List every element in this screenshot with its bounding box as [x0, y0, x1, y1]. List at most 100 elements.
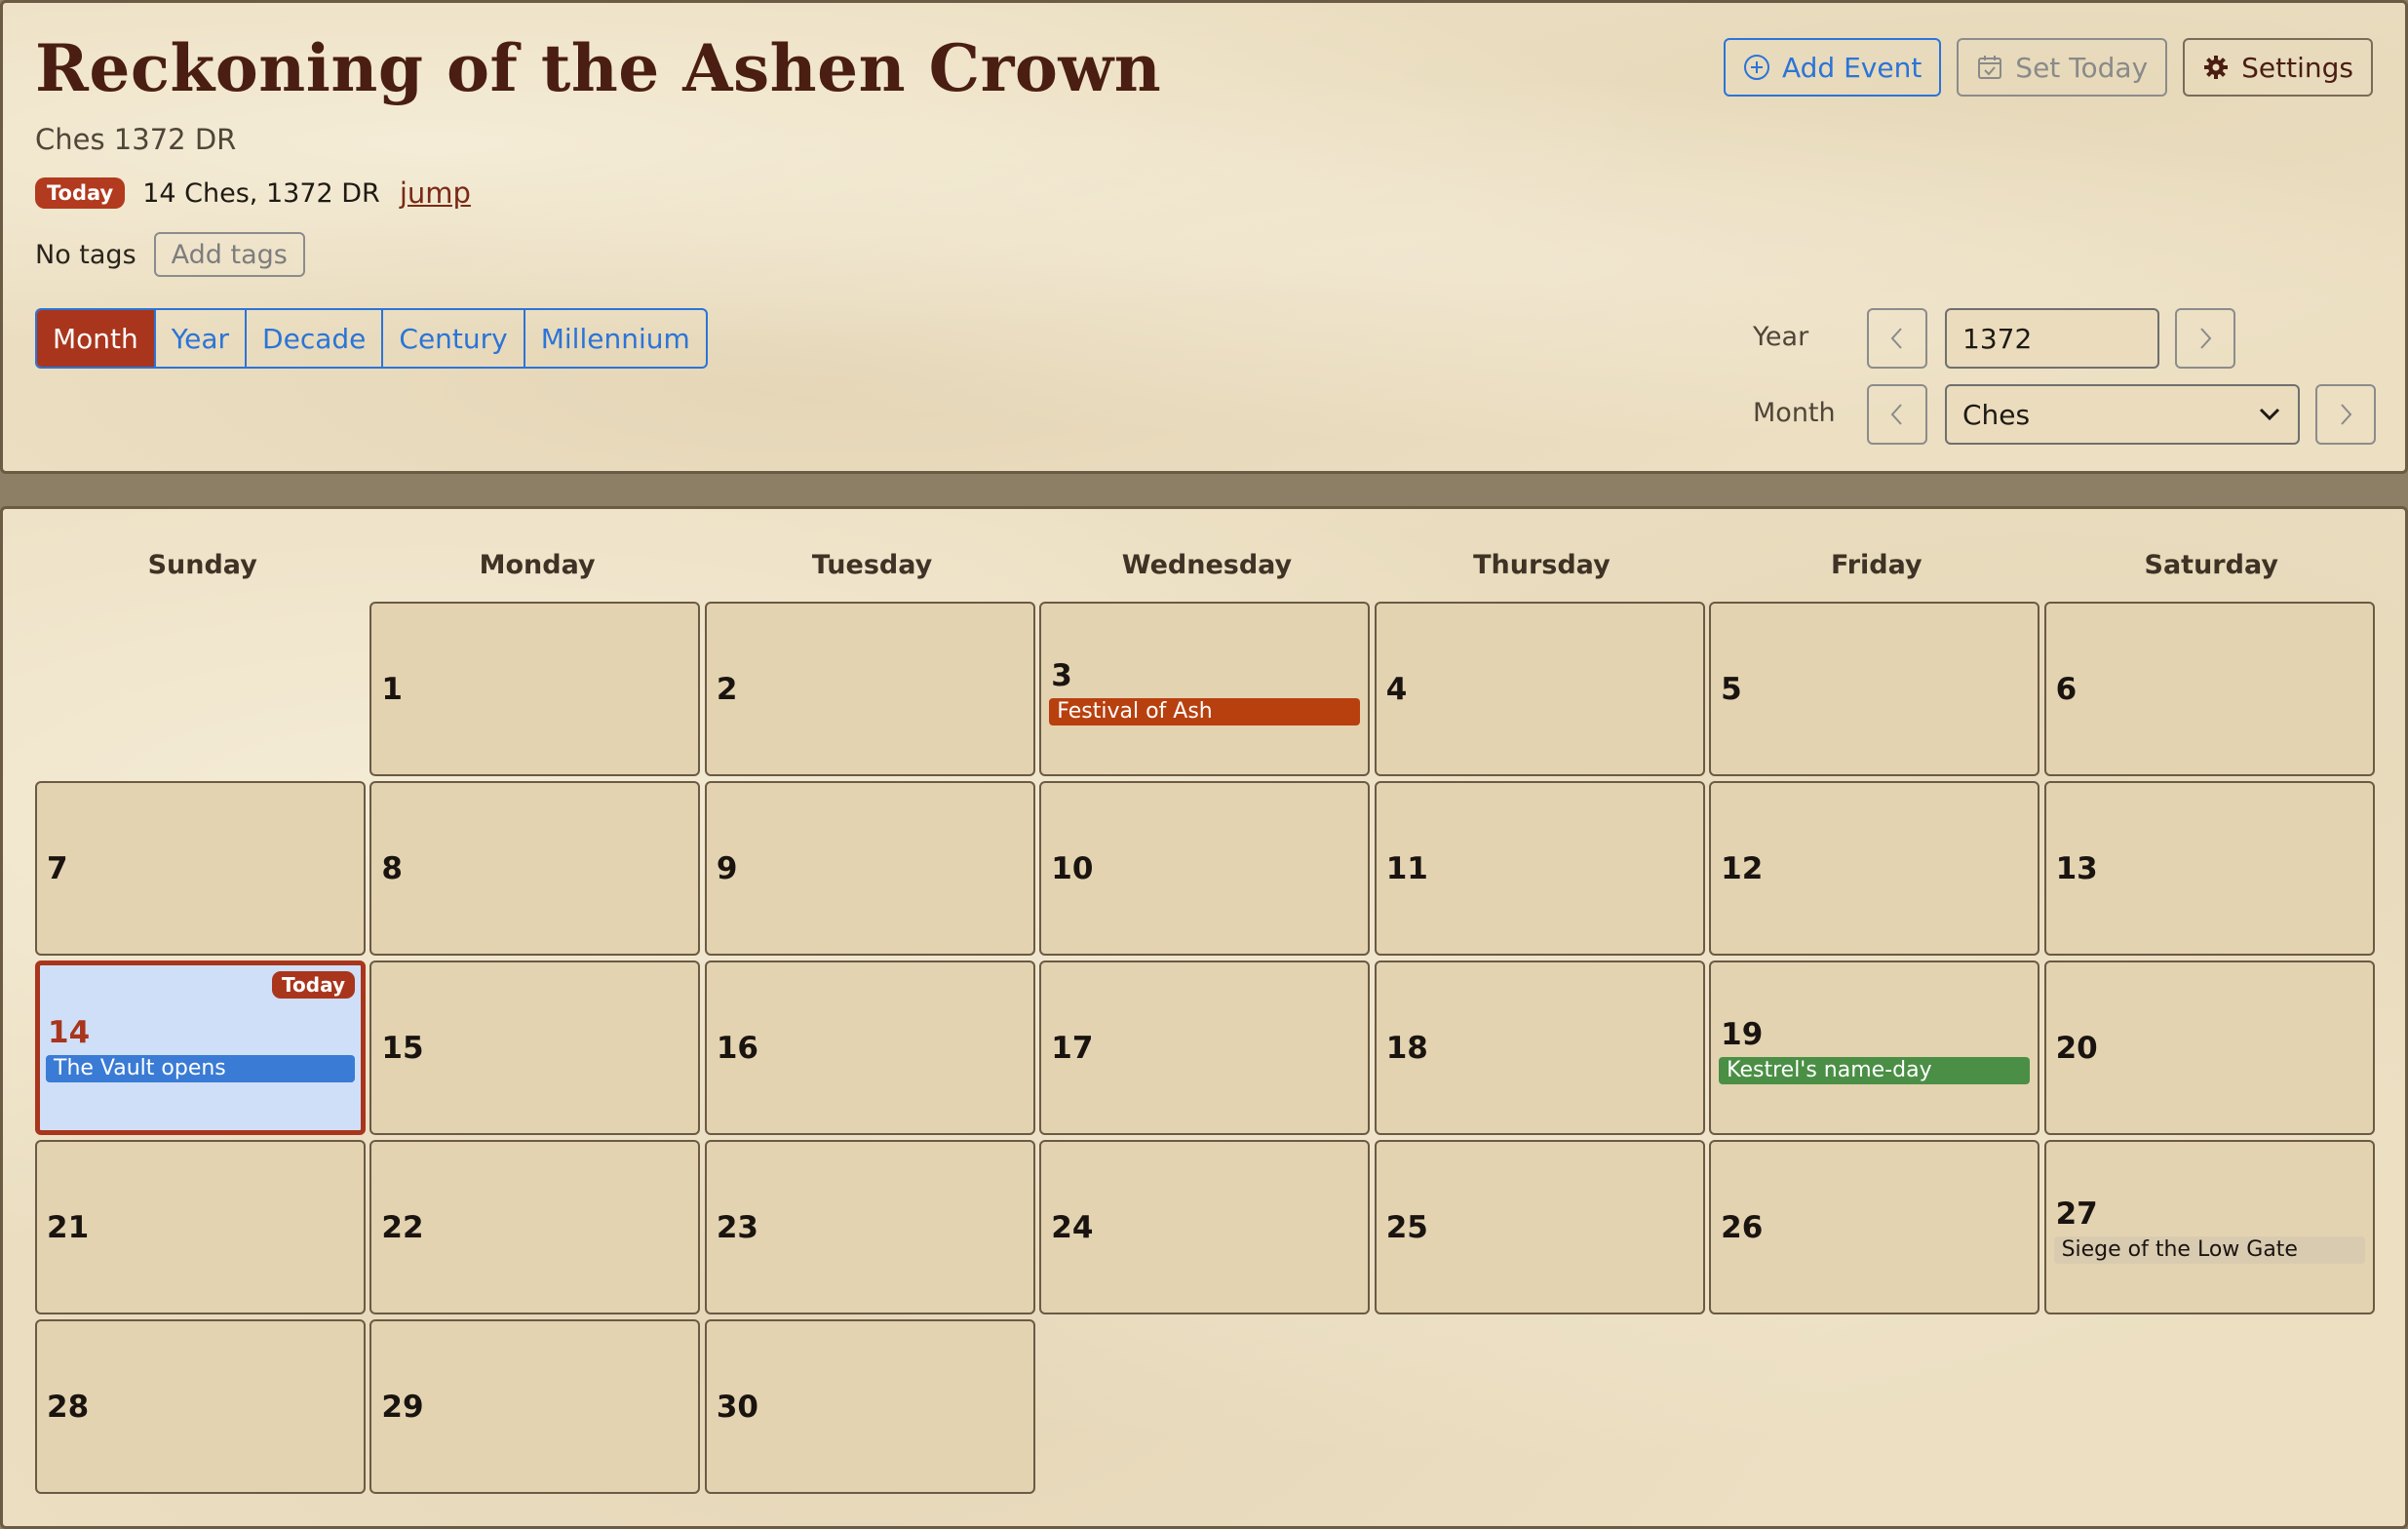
day-cell[interactable]: 7 [35, 781, 366, 956]
day-number: 22 [381, 1210, 424, 1245]
day-cell[interactable]: 20 [2043, 961, 2375, 1135]
day-cell[interactable]: 27 Siege of the Low Gate [2043, 1140, 2375, 1314]
day-cell[interactable]: 29 [369, 1319, 701, 1494]
add-event-label: Add Event [1781, 51, 1923, 84]
day-number: 14 [48, 1015, 91, 1050]
tab-decade[interactable]: Decade [247, 310, 384, 367]
day-cell[interactable]: 22 [369, 1140, 701, 1314]
day-cell[interactable]: 17 [1039, 961, 1371, 1135]
day-number: 10 [1051, 851, 1094, 886]
gear-icon [2204, 56, 2229, 79]
calendar-header-panel: Reckoning of the Ashen Crown Ches 1372 D… [0, 0, 2408, 474]
day-number: 25 [1385, 1210, 1428, 1245]
chevron-down-icon [2259, 408, 2280, 421]
day-grid: 1 2 3 Festival of Ash 4 5 6 7 8 9 10 11 12 13 Today 14 T… [35, 602, 2379, 1499]
day-number: 26 [1721, 1210, 1764, 1245]
add-tags-button[interactable]: Add tags [153, 232, 305, 277]
view-tabs: Month Year Decade Century Millennium [35, 308, 708, 369]
event-chip[interactable]: The Vault opens [46, 1055, 355, 1082]
day-number: 28 [47, 1390, 90, 1425]
day-number: 21 [47, 1210, 90, 1245]
year-nav-label: Year [1753, 322, 1809, 352]
prev-year-button[interactable] [1867, 308, 1927, 369]
add-event-button[interactable]: Add Event [1723, 38, 1942, 97]
day-cell[interactable]: 6 [2043, 602, 2375, 776]
day-cell[interactable]: 11 [1374, 781, 1705, 956]
day-cell[interactable]: 2 [704, 602, 1035, 776]
day-cell[interactable]: 5 [1709, 602, 2040, 776]
weekday-header: Sunday Monday Tuesday Wednesday Thursday… [35, 550, 2379, 580]
prev-month-button[interactable] [1867, 384, 1927, 445]
set-today-label: Set Today [2015, 51, 2149, 84]
day-number: 16 [716, 1031, 758, 1066]
day-cell-today[interactable]: Today 14 The Vault opens [35, 961, 366, 1135]
day-cell[interactable]: 21 [35, 1140, 366, 1314]
day-cell[interactable]: 24 [1039, 1140, 1371, 1314]
calendar-title: Reckoning of the Ashen Crown [35, 30, 1162, 106]
tab-century[interactable]: Century [383, 310, 525, 367]
day-number: 1 [381, 672, 403, 707]
day-cell[interactable]: 15 [369, 961, 701, 1135]
weekday-name: Sunday [147, 550, 257, 580]
jump-link[interactable]: jump [400, 176, 471, 210]
day-cell[interactable]: 9 [704, 781, 1035, 956]
today-pill: Today [35, 177, 126, 209]
day-number: 4 [1385, 672, 1408, 707]
set-today-button[interactable]: Set Today [1957, 38, 2168, 97]
weekday-name: Tuesday [811, 550, 933, 580]
day-number: 13 [2055, 851, 2098, 886]
month-calendar-panel: Sunday Monday Tuesday Wednesday Thursday… [0, 506, 2408, 1529]
day-number: 8 [381, 851, 403, 886]
day-cell[interactable]: 23 [704, 1140, 1035, 1314]
day-number: 7 [47, 851, 68, 886]
day-number: 27 [2055, 1196, 2098, 1232]
weekday-name: Saturday [2144, 550, 2278, 580]
day-cell[interactable]: 12 [1709, 781, 2040, 956]
day-number: 5 [1721, 672, 1742, 707]
tab-month[interactable]: Month [37, 310, 156, 367]
month-select[interactable]: Ches [1945, 384, 2300, 445]
chevron-right-icon [2341, 404, 2352, 425]
day-number: 11 [1385, 851, 1428, 886]
today-badge: Today [272, 971, 355, 999]
day-cell[interactable]: 18 [1374, 961, 1705, 1135]
day-number: 3 [1051, 658, 1072, 693]
month-select-value: Ches [1962, 398, 2031, 431]
day-number: 12 [1721, 851, 1764, 886]
day-cell[interactable]: 1 [369, 602, 701, 776]
day-number: 18 [1385, 1031, 1428, 1066]
day-number: 20 [2055, 1031, 2098, 1066]
day-cell[interactable]: 28 [35, 1319, 366, 1494]
day-number: 19 [1721, 1017, 1764, 1052]
next-year-button[interactable] [2175, 308, 2235, 369]
day-cell[interactable]: 8 [369, 781, 701, 956]
day-cell[interactable]: 10 [1039, 781, 1371, 956]
plus-circle-icon [1743, 55, 1769, 80]
tab-year[interactable]: Year [156, 310, 248, 367]
day-cell[interactable]: 25 [1374, 1140, 1705, 1314]
day-cell[interactable]: 3 Festival of Ash [1039, 602, 1371, 776]
event-chip[interactable]: Festival of Ash [1049, 698, 1361, 725]
tags-row: No tags Add tags [35, 232, 305, 277]
day-number: 17 [1051, 1031, 1094, 1066]
event-chip[interactable]: Kestrel's name-day [1719, 1057, 2031, 1084]
chevron-right-icon [2200, 328, 2212, 349]
tab-millennium[interactable]: Millennium [525, 310, 706, 367]
day-cell[interactable]: 26 [1709, 1140, 2040, 1314]
calendar-check-icon [1978, 56, 2002, 79]
settings-button[interactable]: Settings [2183, 38, 2373, 97]
day-cell[interactable]: 19 Kestrel's name-day [1709, 961, 2040, 1135]
settings-label: Settings [2241, 51, 2353, 84]
day-number: 30 [716, 1390, 758, 1425]
event-chip[interactable]: Siege of the Low Gate [2053, 1236, 2365, 1264]
day-number: 2 [716, 672, 738, 707]
today-date: 14 Ches, 1372 DR [142, 177, 380, 209]
day-cell[interactable]: 16 [704, 961, 1035, 1135]
day-number: 24 [1051, 1210, 1094, 1245]
day-cell[interactable]: 4 [1374, 602, 1705, 776]
day-cell[interactable]: 30 [704, 1319, 1035, 1494]
next-month-button[interactable] [2315, 384, 2376, 445]
day-cell[interactable]: 13 [2043, 781, 2375, 956]
year-input[interactable]: 1372 [1945, 308, 2159, 369]
current-month-subtitle: Ches 1372 DR [35, 123, 237, 156]
